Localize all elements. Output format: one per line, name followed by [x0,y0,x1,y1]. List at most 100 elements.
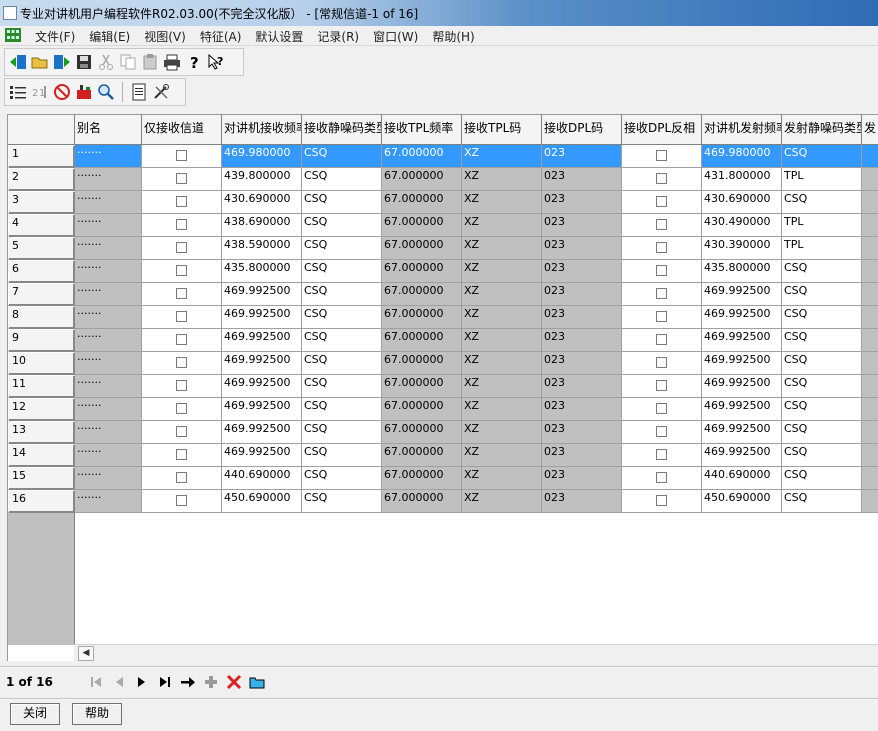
table-cell[interactable]: 67.000000 [382,444,462,467]
column-header[interactable]: 别名 [75,115,142,145]
paste-icon[interactable] [140,52,160,72]
table-cell[interactable]: CSQ [302,467,382,490]
checkbox[interactable] [176,219,187,230]
checkbox[interactable] [656,219,667,230]
row-header[interactable]: 2 [8,168,75,191]
help-icon[interactable]: ? [184,52,204,72]
checkbox[interactable] [176,242,187,253]
checkbox[interactable] [656,357,667,368]
table-cell[interactable]: 67.000000 [382,398,462,421]
checkbox-cell[interactable] [142,490,222,513]
table-cell[interactable]: CSQ [782,467,862,490]
table-cell[interactable]: CSQ [302,490,382,513]
checkbox-cell[interactable] [142,260,222,283]
tools-icon[interactable] [151,82,171,102]
checkbox[interactable] [656,311,667,322]
prev-record-icon[interactable] [109,672,129,692]
row-header[interactable]: 5 [8,237,75,260]
table-cell[interactable]: 67.000000 [382,306,462,329]
checkbox-cell[interactable] [142,352,222,375]
table-cell[interactable]: ······· [75,444,142,467]
checkbox[interactable] [176,472,187,483]
table-cell[interactable]: 469.992500 [222,329,302,352]
checkbox-cell[interactable] [622,237,702,260]
table-cell[interactable]: CSQ [302,421,382,444]
channel-list-icon[interactable] [8,82,28,102]
column-header[interactable]: 接收DPL码 [542,115,622,145]
checkbox-cell[interactable] [142,168,222,191]
menu-item[interactable]: 帮助(H) [425,28,481,45]
table-cell[interactable]: XZ [462,168,542,191]
menu-item[interactable]: 视图(V) [137,28,193,45]
table-cell[interactable]: 023 [542,237,622,260]
table-cell[interactable]: 67.000000 [382,214,462,237]
checkbox[interactable] [656,288,667,299]
table-cell[interactable]: XZ [462,191,542,214]
menu-item[interactable]: 窗口(W) [366,28,425,45]
checkbox[interactable] [176,288,187,299]
table-cell[interactable]: 023 [542,283,622,306]
table-cell[interactable]: CSQ [782,283,862,306]
table-cell[interactable]: ······· [75,283,142,306]
table-cell[interactable]: 67.000000 [382,237,462,260]
checkbox[interactable] [176,334,187,345]
copy-icon[interactable] [118,52,138,72]
checkbox-cell[interactable] [622,444,702,467]
row-header[interactable]: 6 [8,260,75,283]
table-cell[interactable]: XZ [462,214,542,237]
table-cell[interactable]: 469.992500 [222,306,302,329]
table-cell[interactable]: 450.690000 [702,490,782,513]
row-header[interactable]: 12 [8,398,75,421]
table-cell[interactable]: TPL [782,214,862,237]
table-cell[interactable]: 67.000000 [382,191,462,214]
sort-icon[interactable]: 21 [30,82,50,102]
table-cell[interactable]: 67.000000 [382,145,462,168]
checkbox-cell[interactable] [622,214,702,237]
checkbox-cell[interactable] [622,398,702,421]
menu-item[interactable]: 记录(R) [310,28,366,45]
checkbox[interactable] [176,495,187,506]
table-cell[interactable]: 430.690000 [222,191,302,214]
column-header[interactable]: 仅接收信道 [142,115,222,145]
checkbox[interactable] [176,265,187,276]
checkbox-cell[interactable] [142,283,222,306]
goto-record-icon[interactable] [178,672,198,692]
table-cell[interactable]: CSQ [782,260,862,283]
table-cell[interactable]: 469.980000 [702,145,782,168]
table-cell[interactable]: CSQ [302,352,382,375]
checkbox-cell[interactable] [622,191,702,214]
table-cell[interactable]: CSQ [782,352,862,375]
table-cell[interactable]: 469.992500 [702,421,782,444]
table-cell[interactable]: 438.590000 [222,237,302,260]
table-cell[interactable]: CSQ [302,191,382,214]
row-header[interactable]: 15 [8,467,75,490]
table-cell[interactable]: 469.992500 [702,398,782,421]
delete-row-icon[interactable] [74,82,94,102]
table-cell[interactable]: 469.992500 [222,375,302,398]
table-cell[interactable]: 023 [542,352,622,375]
table-cell[interactable]: 469.992500 [222,444,302,467]
table-cell[interactable]: CSQ [782,398,862,421]
checkbox[interactable] [176,403,187,414]
add-record-icon[interactable] [201,672,221,692]
column-header[interactable]: 对讲机发射频率 [702,115,782,145]
table-cell[interactable]: 469.992500 [702,375,782,398]
next-record-icon[interactable] [132,672,152,692]
table-cell[interactable]: 469.992500 [702,283,782,306]
row-header[interactable]: 10 [8,352,75,375]
table-cell[interactable]: 469.992500 [702,306,782,329]
checkbox-cell[interactable] [622,467,702,490]
row-header[interactable]: 1 [8,145,75,168]
table-cell[interactable]: 023 [542,421,622,444]
checkbox-cell[interactable] [142,467,222,490]
checkbox-cell[interactable] [622,306,702,329]
table-cell[interactable]: 430.490000 [702,214,782,237]
row-header[interactable]: 14 [8,444,75,467]
table-cell[interactable]: CSQ [782,490,862,513]
table-cell[interactable]: ······· [75,214,142,237]
table-cell[interactable]: ······· [75,467,142,490]
table-cell[interactable]: 430.390000 [702,237,782,260]
table-cell[interactable]: CSQ [782,421,862,444]
read-radio-icon[interactable] [8,52,28,72]
table-cell[interactable]: 469.980000 [222,145,302,168]
